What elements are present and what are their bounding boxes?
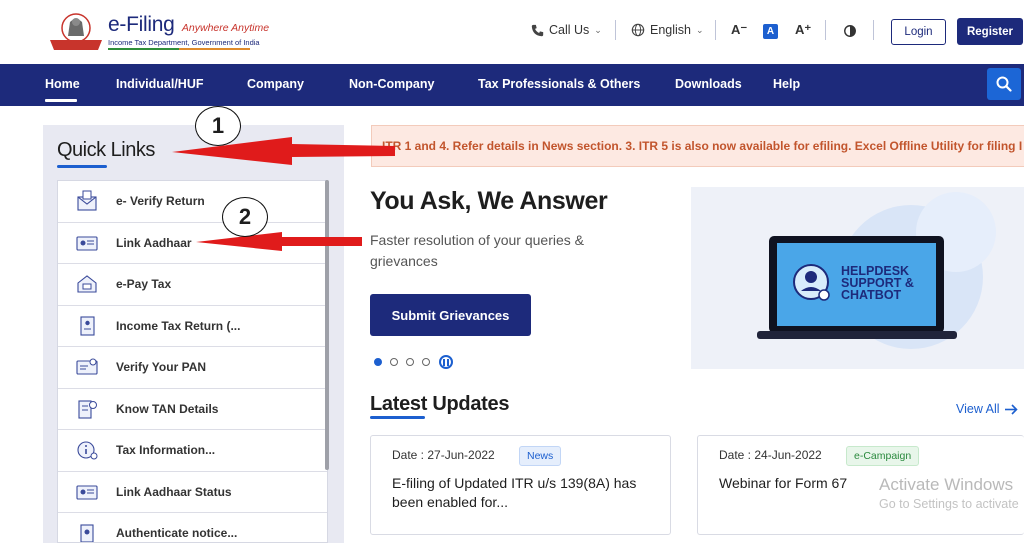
nav-tax-professionals[interactable]: Tax Professionals & Others — [478, 77, 640, 91]
nav-downloads[interactable]: Downloads — [675, 77, 742, 91]
quick-link-verify-your-pan[interactable]: Verify Your PAN — [58, 347, 327, 389]
brand: e-Filing Anywhere Anytime Income Tax Dep… — [108, 13, 269, 50]
quick-link-income-tax-return[interactable]: Income Tax Return (... — [58, 306, 327, 347]
itr-document-icon — [75, 315, 99, 337]
quick-link-label: Know TAN Details — [116, 401, 219, 416]
pan-card-icon — [75, 356, 99, 378]
brand-divider — [108, 48, 250, 50]
top-header: e-Filing Anywhere Anytime Income Tax Dep… — [0, 0, 1024, 64]
font-increase-button[interactable]: A⁺ — [795, 22, 811, 38]
id-card-icon — [75, 481, 99, 503]
news-ticker[interactable]: ITR 1 and 4. Refer details in News secti… — [371, 125, 1024, 167]
latest-updates-title: Latest Updates — [370, 393, 510, 415]
nav-active-indicator — [45, 99, 77, 102]
windows-watermark-title: Activate Windows — [879, 475, 1014, 494]
nav-home[interactable]: Home — [45, 77, 80, 91]
quick-link-label: Income Tax Return (... — [116, 318, 241, 333]
contrast-toggle[interactable] — [843, 24, 857, 43]
helpdesk-banner-image: HELPDESK SUPPORT & CHATBOT — [691, 187, 1024, 369]
chevron-down-icon: ⌄ — [696, 24, 704, 35]
scrollbar[interactable] — [325, 180, 329, 470]
card-date: Date : 27-Jun-2022 — [392, 448, 495, 462]
quick-link-tax-information[interactable]: Tax Information... — [58, 430, 327, 472]
register-button[interactable]: Register — [957, 18, 1023, 45]
call-us-dropdown[interactable]: Call Us ⌄ — [531, 23, 602, 37]
submit-grievances-button[interactable]: Submit Grievances — [370, 294, 531, 336]
verify-return-icon — [75, 190, 99, 212]
quick-link-label: Tax Information... — [116, 443, 216, 458]
view-all-label: View All — [956, 402, 1000, 416]
hero-title: You Ask, We Answer — [370, 187, 608, 215]
arrow-right-icon — [1004, 403, 1018, 415]
search-icon — [996, 76, 1012, 92]
font-decrease-button[interactable]: A⁻ — [731, 22, 747, 38]
carousel-dot[interactable] — [390, 358, 398, 366]
font-default-button[interactable]: A — [763, 24, 778, 39]
quick-link-know-tan-details[interactable]: Know TAN Details — [58, 389, 327, 430]
title-underline — [57, 165, 107, 168]
annotation-marker-2: 2 — [222, 197, 268, 237]
info-icon — [75, 439, 99, 461]
search-button[interactable] — [987, 68, 1021, 100]
pay-tax-icon — [75, 273, 99, 295]
banner-text-3: CHATBOT — [841, 288, 902, 302]
update-card[interactable]: Date : 27-Jun-2022 News E-filing of Upda… — [370, 435, 671, 535]
carousel-dot[interactable] — [422, 358, 430, 366]
view-all-link[interactable]: View All — [956, 402, 1018, 416]
globe-icon — [631, 23, 645, 37]
hero-subtitle: Faster resolution of your queries & grie… — [370, 232, 584, 269]
phone-icon — [531, 24, 544, 36]
chevron-down-icon: ⌄ — [594, 24, 602, 35]
quick-links-title: Quick Links — [57, 139, 155, 161]
nav-company[interactable]: Company — [247, 77, 304, 91]
card-date: Date : 24-Jun-2022 — [719, 448, 822, 462]
main-nav: Home Individual/HUF Company Non-Company … — [0, 64, 1024, 106]
quick-link-authenticate-notice[interactable]: Authenticate notice... — [58, 513, 327, 542]
quick-link-link-aadhaar-status[interactable]: Link Aadhaar Status — [58, 472, 327, 513]
login-button[interactable]: Login — [891, 19, 946, 45]
windows-watermark-subtitle: Go to Settings to activate — [879, 497, 1019, 511]
quick-link-label: e-Pay Tax — [116, 277, 172, 292]
language-dropdown[interactable]: English ⌄ — [631, 23, 704, 37]
id-card-icon — [75, 232, 99, 254]
quick-link-link-aadhaar[interactable]: Link Aadhaar — [58, 223, 327, 264]
notice-document-icon — [75, 522, 99, 542]
annotation-marker-1: 1 — [195, 106, 241, 146]
brand-title: e-Filing — [108, 13, 175, 36]
quick-link-label: Link Aadhaar — [116, 235, 192, 250]
quick-link-label: Authenticate notice... — [116, 526, 238, 541]
contrast-icon — [844, 25, 856, 37]
quick-link-e-pay-tax[interactable]: e-Pay Tax — [58, 264, 327, 306]
tan-document-icon — [75, 398, 99, 420]
ticker-text: ITR 1 and 4. Refer details in News secti… — [382, 139, 1023, 153]
card-text: E-filing of Updated ITR u/s 139(8A) has … — [392, 475, 637, 510]
divider — [873, 20, 874, 40]
pause-icon[interactable] — [439, 355, 453, 369]
carousel-dot[interactable] — [406, 358, 414, 366]
divider — [615, 20, 616, 40]
quick-link-label: e- Verify Return — [116, 194, 205, 209]
e-campaign-badge: e-Campaign — [846, 446, 920, 466]
call-us-label: Call Us — [549, 23, 590, 37]
carousel-dot[interactable] — [374, 358, 382, 366]
brand-subtitle: Income Tax Department, Government of Ind… — [108, 38, 260, 47]
title-underline — [370, 416, 425, 419]
nav-non-company[interactable]: Non-Company — [349, 77, 434, 91]
quick-link-e-verify-return[interactable]: e- Verify Return — [58, 181, 327, 223]
quick-link-label: Verify Your PAN — [116, 360, 207, 375]
emblem-logo[interactable] — [46, 10, 106, 54]
carousel-indicators — [374, 355, 453, 369]
language-label: English — [650, 23, 691, 37]
brand-tagline: Anywhere Anytime — [181, 22, 270, 34]
divider — [715, 20, 716, 40]
quick-links-list: e- Verify Return Link Aadhaar e-Pay Tax … — [57, 180, 328, 543]
divider — [825, 20, 826, 40]
quick-link-label: Link Aadhaar Status — [116, 484, 232, 499]
nav-individual-huf[interactable]: Individual/HUF — [116, 77, 204, 91]
news-badge: News — [519, 446, 562, 466]
nav-help[interactable]: Help — [773, 77, 800, 91]
